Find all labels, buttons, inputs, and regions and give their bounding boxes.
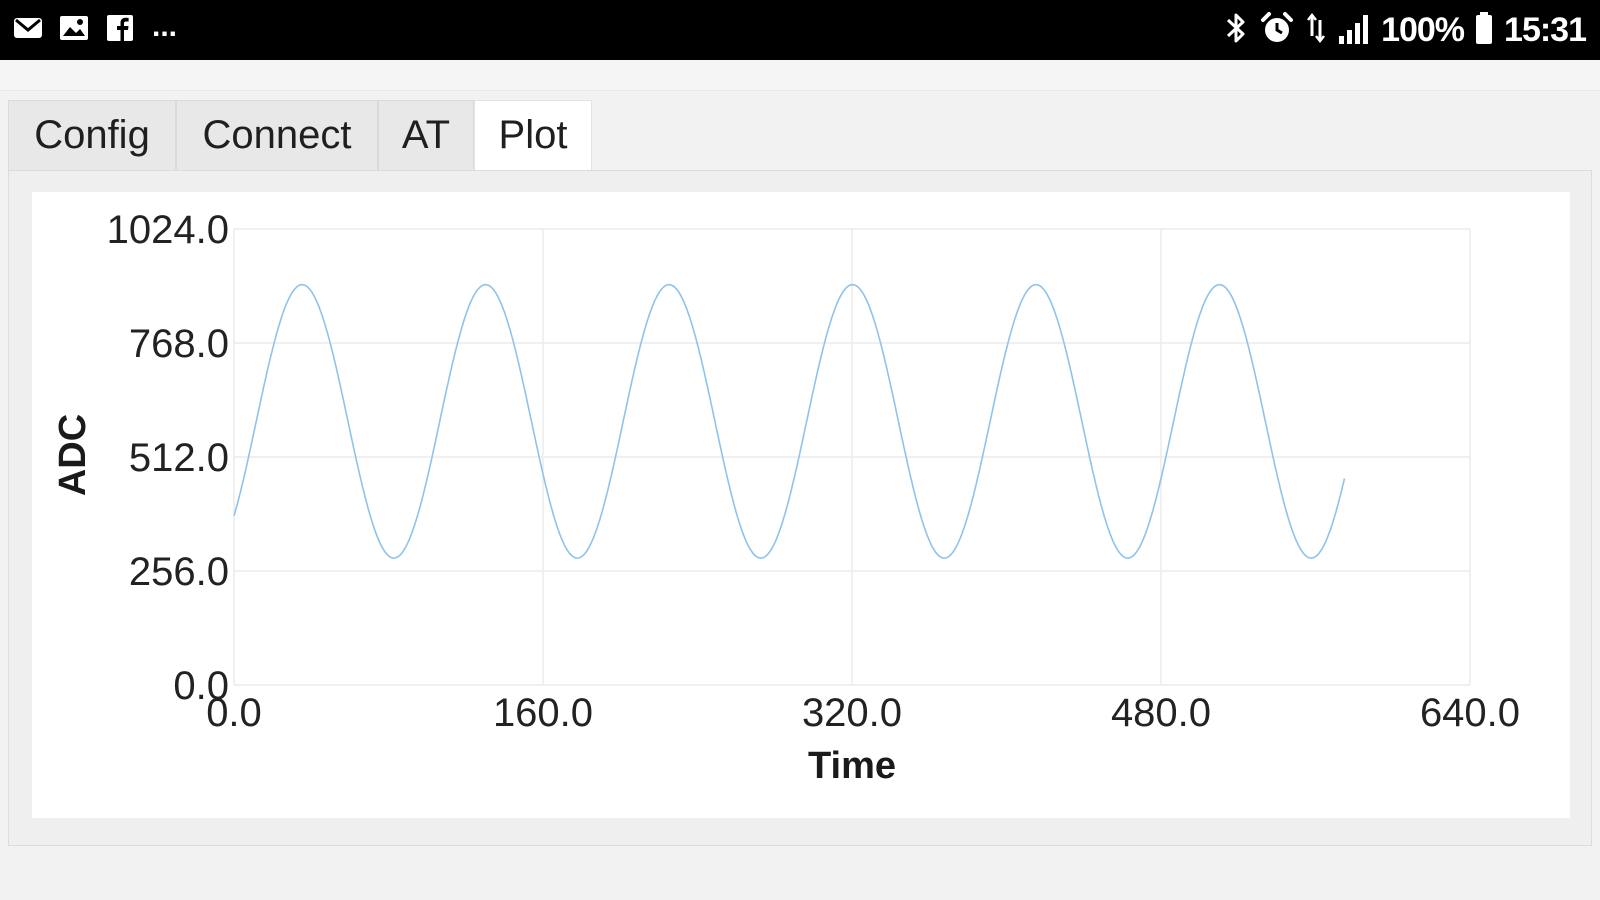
- x-axis-ticks: 0.0 160.0 320.0 480.0 640.0: [206, 691, 1520, 735]
- y-tick-label: 768.0: [129, 322, 229, 366]
- y-axis-ticks: 0.0256.0512.0768.01024.0: [107, 208, 229, 708]
- x-axis-label: Time: [808, 745, 896, 787]
- x-tick-label: 320.0: [802, 691, 902, 735]
- y-tick-label: 512.0: [129, 436, 229, 480]
- adc-series-line: [233, 283, 1346, 559]
- chart-grid: [233, 228, 1471, 686]
- x-tick-label: 640.0: [1420, 691, 1520, 735]
- y-axis-label: ADC: [52, 414, 94, 496]
- y-tick-label: 1024.0: [107, 208, 229, 252]
- x-tick-label: 160.0: [493, 691, 593, 735]
- x-tick-label: 480.0: [1111, 691, 1211, 735]
- adc-chart: 0.0 256.0 512.0 768.0 1024.0 0.0 160.0 320.0 48…: [52, 208, 1520, 787]
- x-tick-label: 0.0: [206, 691, 262, 735]
- y-tick-label: 256.0: [129, 550, 229, 594]
